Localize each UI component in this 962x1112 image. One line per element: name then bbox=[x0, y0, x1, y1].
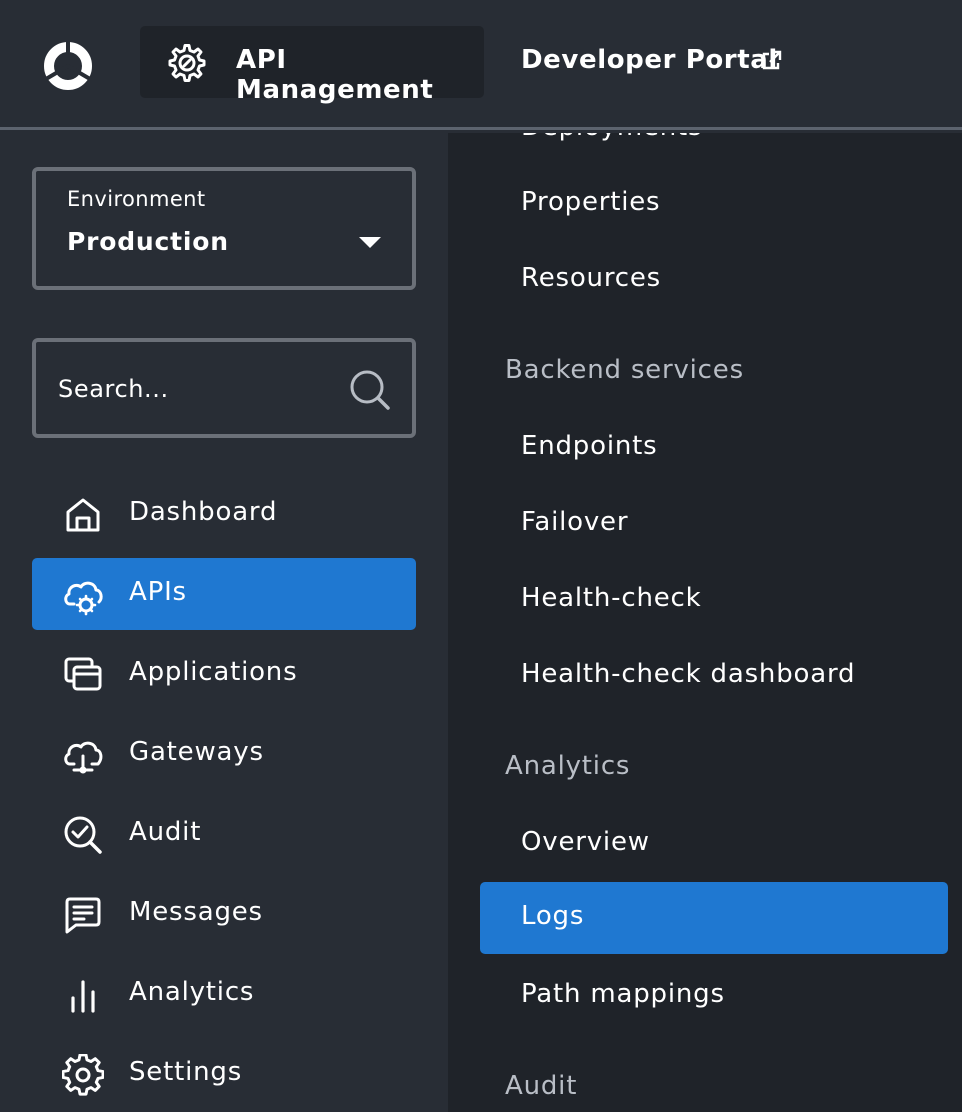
sidebar-item-gateways[interactable]: Gateways bbox=[32, 718, 416, 790]
gear-icon bbox=[168, 44, 206, 82]
windows-icon bbox=[64, 657, 102, 691]
api-submenu: Deployments Properties Resources Backend… bbox=[448, 133, 962, 1112]
submenu-item-path-mappings[interactable]: Path mappings bbox=[480, 960, 948, 1032]
external-link-icon bbox=[762, 50, 782, 70]
submenu-heading-backend-services: Backend services bbox=[505, 355, 744, 385]
sidebar-item-dashboard[interactable]: Dashboard bbox=[32, 478, 416, 550]
app-switcher-label: API Management bbox=[236, 45, 434, 105]
submenu-item-label: Health-check bbox=[521, 583, 702, 613]
submenu-item-label: Overview bbox=[521, 827, 650, 857]
sidebar-item-apis[interactable]: APIs bbox=[32, 558, 416, 630]
home-icon bbox=[66, 498, 100, 532]
sidebar-item-label: Audit bbox=[129, 817, 202, 847]
sidebar-item-label: Analytics bbox=[129, 977, 255, 1007]
sidebar-item-label: APIs bbox=[129, 577, 187, 607]
search-box bbox=[32, 338, 416, 438]
submenu-item-logs[interactable]: Logs bbox=[480, 882, 948, 954]
magnify-check-icon bbox=[64, 816, 102, 854]
search-input[interactable] bbox=[58, 372, 328, 406]
environment-label: Environment bbox=[67, 187, 206, 211]
developer-portal-link[interactable]: Developer Portal bbox=[521, 45, 782, 75]
submenu-item-label: Resources bbox=[521, 263, 661, 293]
sidebar-item-label: Messages bbox=[129, 897, 263, 927]
submenu-heading-analytics: Analytics bbox=[505, 751, 631, 781]
submenu-heading-audit: Audit bbox=[505, 1071, 578, 1101]
cloud-network-icon bbox=[64, 741, 103, 774]
developer-portal-label: Developer Portal bbox=[521, 45, 778, 75]
submenu-item-endpoints[interactable]: Endpoints bbox=[480, 412, 948, 484]
environment-select[interactable]: Environment Production bbox=[32, 167, 416, 290]
environment-value: Production bbox=[67, 227, 229, 256]
sidebar-item-label: Dashboard bbox=[129, 497, 278, 527]
sidebar-item-analytics[interactable]: Analytics bbox=[32, 958, 416, 1030]
cloud-gear-icon bbox=[64, 581, 103, 616]
submenu-item-resources[interactable]: Resources bbox=[480, 244, 948, 316]
submenu-item-label: Health-check dashboard bbox=[521, 659, 856, 689]
bar-chart-icon bbox=[71, 980, 95, 1013]
submenu-item-health-check-dashboard[interactable]: Health-check dashboard bbox=[480, 640, 948, 712]
submenu-item-label: Deployments bbox=[521, 133, 702, 142]
sidebar-item-settings[interactable]: Settings bbox=[32, 1038, 416, 1110]
submenu-item-properties[interactable]: Properties bbox=[480, 168, 948, 240]
sidebar-item-messages[interactable]: Messages bbox=[32, 878, 416, 950]
submenu-item-health-check[interactable]: Health-check bbox=[480, 564, 948, 636]
submenu-item-label: Properties bbox=[521, 187, 661, 217]
sidebar-item-applications[interactable]: Applications bbox=[32, 638, 416, 710]
top-bar: API Management Developer Portal bbox=[0, 0, 962, 130]
sidebar-item-label: Settings bbox=[129, 1057, 243, 1087]
submenu-item-label: Path mappings bbox=[521, 979, 725, 1009]
submenu-item-label: Failover bbox=[521, 507, 629, 537]
sidebar: Environment Production Dashboard APIs bbox=[0, 133, 448, 1112]
search-icon[interactable] bbox=[348, 368, 392, 412]
app-switcher-button[interactable]: API Management bbox=[140, 26, 484, 105]
message-icon bbox=[65, 897, 101, 934]
sidebar-item-label: Gateways bbox=[129, 737, 264, 767]
gear-icon bbox=[62, 1054, 104, 1096]
submenu-item-failover[interactable]: Failover bbox=[480, 488, 948, 560]
submenu-item-overview[interactable]: Overview bbox=[480, 808, 948, 880]
submenu-item-deployments[interactable]: Deployments bbox=[480, 133, 948, 165]
chevron-down-icon bbox=[359, 237, 381, 248]
submenu-item-label: Logs bbox=[521, 901, 585, 931]
brand-logo-icon[interactable] bbox=[42, 40, 94, 92]
sidebar-item-audit[interactable]: Audit bbox=[32, 798, 416, 870]
sidebar-item-label: Applications bbox=[129, 657, 298, 687]
submenu-item-label: Endpoints bbox=[521, 431, 658, 461]
